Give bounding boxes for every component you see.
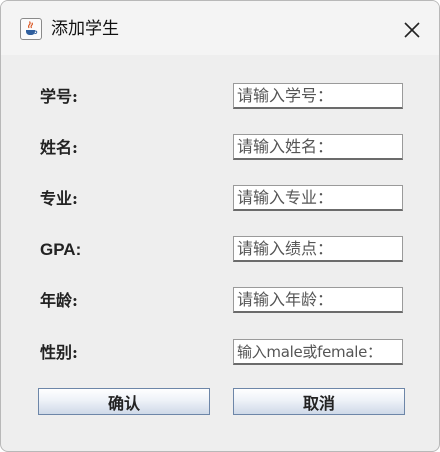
- close-icon: [404, 22, 420, 38]
- major-label: 专业:: [40, 189, 78, 208]
- student-id-input[interactable]: 请输入学号：: [233, 83, 403, 109]
- close-button[interactable]: [399, 17, 425, 43]
- title-bar: 添加学生: [1, 1, 439, 55]
- student-id-label: 学号:: [40, 87, 78, 106]
- window-title: 添加学生: [51, 19, 119, 39]
- student-id-placeholder: 请输入学号：: [237, 86, 334, 105]
- age-label: 年龄:: [40, 291, 78, 310]
- major-input[interactable]: 请输入专业：: [233, 185, 403, 211]
- java-cup-icon: [20, 18, 42, 40]
- add-student-dialog: 添加学生 学号: 请输入学号： 姓名: 请输入姓名： 专业: 请输入专业： GP…: [0, 0, 440, 452]
- name-label: 姓名:: [40, 138, 78, 157]
- age-input[interactable]: 请输入年龄：: [233, 287, 403, 313]
- name-input[interactable]: 请输入姓名：: [233, 134, 403, 160]
- cancel-button[interactable]: 取消: [233, 388, 405, 415]
- name-placeholder: 请输入姓名：: [237, 137, 334, 156]
- age-placeholder: 请输入年龄：: [237, 290, 334, 309]
- gender-label: 性别:: [40, 343, 78, 362]
- major-placeholder: 请输入专业：: [237, 188, 334, 207]
- gender-input[interactable]: 输入male或female：: [233, 339, 403, 365]
- confirm-button[interactable]: 确认: [38, 388, 210, 415]
- gender-placeholder: 输入male或female：: [237, 343, 382, 361]
- gpa-input[interactable]: 请输入绩点：: [233, 236, 403, 262]
- gpa-label: GPA:: [40, 240, 82, 259]
- gpa-placeholder: 请输入绩点：: [237, 239, 334, 258]
